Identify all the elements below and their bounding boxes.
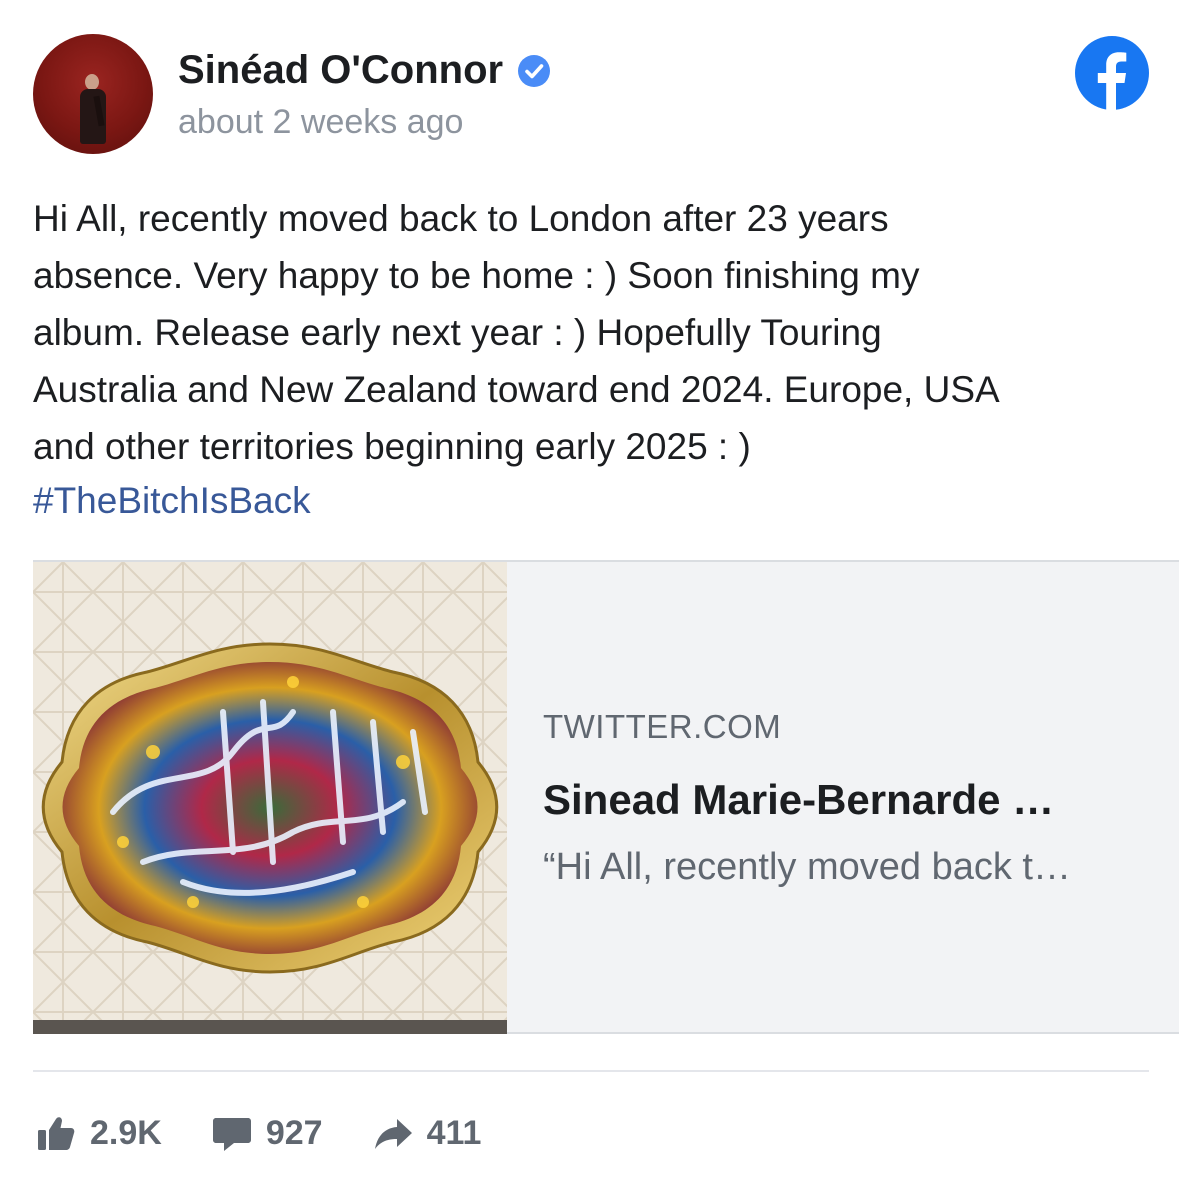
- post-text-line: Australia and New Zealand toward end 202…: [33, 369, 1000, 410]
- share-stat[interactable]: 411: [373, 1113, 482, 1153]
- share-count: 411: [426, 1113, 482, 1152]
- post-text-line: absence. Very happy to be home : ) Soon …: [33, 255, 920, 296]
- engagement-bar: 2.9K 927 411: [36, 1110, 531, 1156]
- comment-stat[interactable]: 927: [212, 1113, 323, 1153]
- post-body: Hi All, recently moved back to London af…: [33, 190, 1153, 475]
- link-description: “Hi All, recently moved back t…: [543, 846, 1071, 888]
- verified-badge-icon: [518, 54, 551, 87]
- author-avatar[interactable]: [33, 34, 153, 154]
- like-icon: [38, 1117, 75, 1150]
- post-timestamp[interactable]: about 2 weeks ago: [178, 103, 463, 142]
- like-stat[interactable]: 2.9K: [36, 1113, 162, 1153]
- comment-count: 927: [265, 1113, 323, 1152]
- link-preview-image[interactable]: [33, 562, 507, 1034]
- share-icon: [374, 1119, 412, 1149]
- post-text-line: Hi All, recently moved back to London af…: [33, 198, 889, 239]
- calligraphy-artwork: [33, 562, 507, 1034]
- hashtag-link[interactable]: #TheBitchIsBack: [33, 472, 311, 529]
- post-text-line: and other territories beginning early 20…: [33, 426, 751, 467]
- link-domain: TWITTER.COM: [543, 708, 782, 745]
- like-count: 2.9K: [90, 1113, 162, 1152]
- comment-icon: [212, 1118, 251, 1151]
- author-name-row: Sinéad O'Connor: [178, 48, 551, 93]
- avatar-figure-head: [85, 74, 99, 90]
- facebook-logo-icon[interactable]: [1075, 36, 1149, 110]
- post-header: Sinéad O'Connor about 2 weeks ago: [33, 34, 1153, 158]
- stats-divider: [33, 1070, 1149, 1072]
- post-text-line: album. Release early next year : ) Hopef…: [33, 312, 882, 353]
- link-preview-card[interactable]: TWITTER.COM Sinead Marie-Bernarde … “Hi …: [33, 560, 1179, 1034]
- link-title[interactable]: Sinead Marie-Bernarde …: [543, 776, 1153, 824]
- author-name[interactable]: Sinéad O'Connor: [178, 48, 503, 93]
- link-preview-meta: TWITTER.COM Sinead Marie-Bernarde … “Hi …: [543, 708, 1153, 889]
